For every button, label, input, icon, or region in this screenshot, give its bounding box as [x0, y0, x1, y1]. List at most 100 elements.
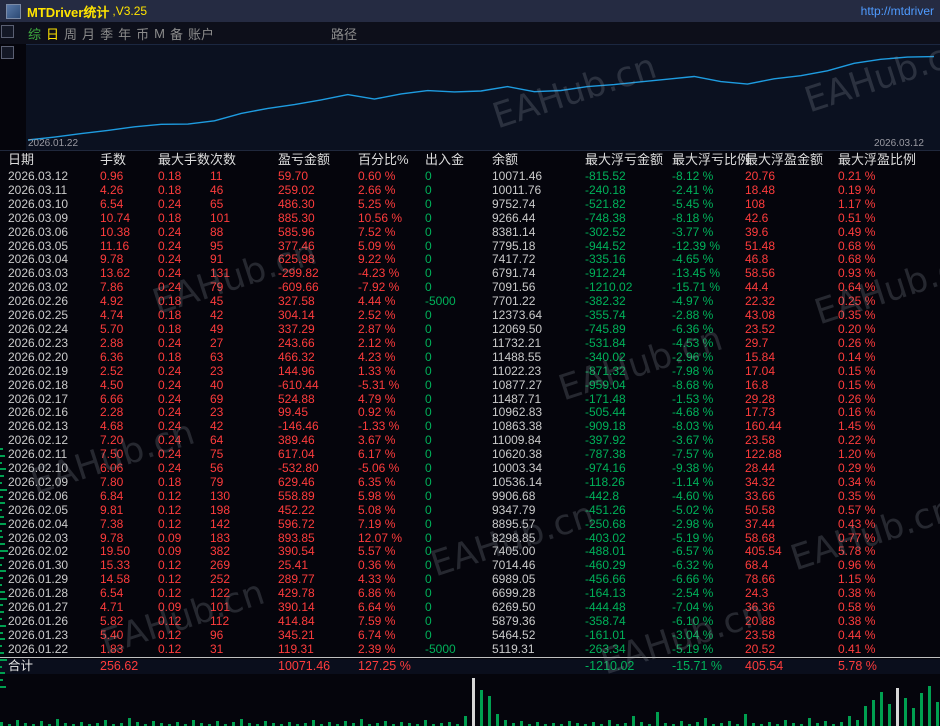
cell: 56 — [210, 461, 224, 476]
table-row[interactable]: 2026.01.26 5.82 0.12 112 414.84 7.59 % 0 5879.3… — [0, 614, 940, 629]
cell: 7.20 — [100, 433, 124, 448]
cell: 0 — [425, 210, 432, 225]
cell: 4.71 — [100, 600, 124, 615]
table-row[interactable]: 2026.02.11 7.50 0.24 75 617.04 6.17 % 0 10620.3… — [0, 447, 940, 462]
table-row[interactable]: 2026.02.12 7.20 0.24 64 389.46 3.67 % 0 11009.8… — [0, 433, 940, 448]
cell: 2026.03.11 — [8, 182, 68, 197]
cell: 625.98 — [278, 252, 315, 267]
menu-item-综[interactable]: 综 — [28, 24, 41, 43]
website-link[interactable]: http://mtdriver — [861, 4, 934, 18]
cell: -9.38 % — [672, 461, 714, 476]
cell: 5.70 — [100, 321, 124, 336]
cell: 0.77 % — [838, 530, 876, 545]
cell: 2026.03.12 — [8, 169, 69, 183]
table-row[interactable]: 2026.01.30 15.33 0.12 269 25.41 0.36 % 0 7014.4… — [0, 558, 940, 573]
cell: -397.92 — [585, 433, 626, 448]
cell: 2.12 % — [358, 335, 396, 350]
column-header: 出入金 — [425, 152, 465, 167]
table-row[interactable]: 2026.02.09 7.80 0.18 79 629.46 6.35 % 0 10536.1… — [0, 474, 940, 490]
cell: 558.89 — [278, 488, 315, 503]
chart-tool-icon[interactable] — [1, 46, 14, 59]
cell: 10536.14 — [492, 474, 543, 489]
table-row[interactable]: 2026.03.02 7.86 0.24 79 -609.66 -7.92 % 0 7091.… — [0, 280, 940, 295]
cell: 12.07 % — [358, 530, 403, 545]
table-row[interactable]: 2026.02.02 19.50 0.09 382 390.54 5.57 % 0 7405.… — [0, 545, 940, 559]
cell: -6.66 % — [672, 572, 714, 587]
cell: 0.24 — [158, 377, 182, 392]
table-row[interactable]: 2026.01.22 1.83 0.12 31 119.31 2.39 % -5000 511… — [0, 642, 940, 657]
table-row[interactable]: 2026.03.05 11.16 0.24 95 377.46 5.09 % 0 7795.1… — [0, 239, 940, 254]
total-cell: 405.54 — [745, 659, 784, 673]
menu-item-周[interactable]: 周 — [64, 24, 77, 43]
table-row[interactable]: 2026.02.10 6.06 0.24 56 -532.80 -5.06 % 0 10003… — [0, 461, 940, 476]
cell: 0.18 — [158, 169, 182, 183]
cell: 101 — [210, 600, 231, 615]
cell: -610.44 — [278, 377, 319, 392]
table-row[interactable]: 2026.03.06 10.38 0.24 88 585.96 7.52 % 0 8381.1… — [0, 224, 940, 240]
cell: 390.14 — [278, 600, 315, 615]
table-row[interactable]: 2026.02.26 4.92 0.18 45 327.58 4.44 % -5000 770… — [0, 294, 940, 309]
cell: 2026.03.10 — [8, 196, 69, 211]
table-row[interactable]: 2026.02.23 2.88 0.24 27 243.66 2.12 % 0 11732.2… — [0, 335, 940, 351]
menu-item-path[interactable]: 路径 — [331, 24, 357, 43]
table-row[interactable]: 2026.02.06 6.84 0.12 130 558.89 5.98 % 0 9906.6… — [0, 488, 940, 504]
cell: -8.18 % — [672, 210, 714, 225]
table-row[interactable]: 2026.02.25 4.74 0.18 42 304.14 2.52 % 0 12373.6… — [0, 308, 940, 323]
table-row[interactable]: 2026.02.16 2.28 0.24 23 99.45 0.92 % 0 10962.83… — [0, 405, 940, 420]
cell: -7.92 % — [358, 280, 400, 295]
total-cell: 10071.46 — [278, 659, 331, 673]
table-row[interactable]: 2026.02.18 4.50 0.24 40 -610.44 -5.31 % 0 10877… — [0, 377, 940, 393]
cell: 4.68 — [100, 419, 124, 434]
cell: 0.43 % — [838, 516, 876, 531]
table-row[interactable]: 2026.03.03 13.62 0.24 131 -299.82 -4.23 % 0 679… — [0, 266, 940, 281]
cell: 10863.38 — [492, 419, 543, 434]
cell: 0 — [425, 461, 432, 476]
table-row[interactable]: 2026.03.11 4.26 0.18 46 259.02 2.66 % 0 10011.7… — [0, 182, 940, 198]
menu-item-月[interactable]: 月 — [82, 24, 95, 43]
cell: 7701.22 — [492, 294, 536, 309]
cell: 0 — [425, 224, 432, 239]
table-row[interactable]: 2026.01.29 14.58 0.12 252 289.77 4.33 % 0 6989.… — [0, 572, 940, 587]
cell: -532.80 — [278, 461, 319, 476]
panel-toggle-icon[interactable] — [1, 25, 14, 38]
chart-start-date: 2026.01.22 — [28, 138, 79, 149]
table-row[interactable]: 2026.02.13 4.68 0.24 42 -146.46 -1.33 % 0 10863… — [0, 419, 940, 434]
cell: 9266.44 — [492, 210, 536, 225]
cell: 0.60 % — [358, 169, 396, 183]
table-row[interactable]: 2026.02.24 5.70 0.18 49 337.29 2.87 % 0 12069.5… — [0, 321, 940, 337]
menu-item-账户[interactable]: 账户 — [188, 24, 214, 43]
table-row[interactable]: 2026.01.28 6.54 0.12 122 429.78 6.86 % 0 6699.2… — [0, 586, 940, 601]
menu-item-季[interactable]: 季 — [100, 24, 113, 43]
table-row[interactable]: 2026.02.03 9.78 0.09 183 893.85 12.07 % 0 8298.… — [0, 530, 940, 546]
menu-item-年[interactable]: 年 — [118, 24, 131, 43]
cell: 6.17 % — [358, 447, 396, 462]
column-header: 百分比% — [358, 152, 409, 167]
table-row[interactable]: 2026.02.04 7.38 0.12 142 596.72 7.19 % 0 8895.5… — [0, 516, 940, 532]
table-row[interactable]: 2026.02.19 2.52 0.24 23 144.96 1.33 % 0 11022.2… — [0, 364, 940, 379]
table-row[interactable]: 2026.02.20 6.36 0.18 63 466.32 4.23 % 0 11488.5… — [0, 350, 940, 365]
cell: 629.46 — [278, 474, 315, 489]
cell: 6.86 % — [358, 586, 396, 601]
cell: -974.16 — [585, 461, 626, 476]
table-row[interactable]: 2026.03.12 0.96 0.18 11 59.70 0.60 % 0 10071.46… — [0, 169, 940, 184]
column-header: 最大浮盈金额 — [745, 152, 824, 167]
table-row[interactable]: 2026.03.09 10.74 0.18 101 885.30 10.56 % 0 9266… — [0, 210, 940, 226]
table-row[interactable]: 2026.03.10 6.54 0.24 65 486.30 5.25 % 0 9752.74… — [0, 196, 940, 212]
cell: 10877.27 — [492, 377, 543, 392]
menu-item-日[interactable]: 日 — [46, 24, 59, 43]
cell: 0 — [425, 196, 432, 211]
table-row[interactable]: 2026.02.17 6.66 0.24 69 524.88 4.79 % 0 11487.7… — [0, 392, 940, 407]
cell: 0.92 % — [358, 405, 396, 420]
cell: 0.12 — [158, 488, 182, 503]
table-row[interactable]: 2026.02.05 9.81 0.12 198 452.22 5.08 % 0 9347.7… — [0, 503, 940, 518]
table-row[interactable]: 2026.01.23 5.40 0.12 96 345.21 6.74 % 0 5464.52… — [0, 628, 940, 643]
menu-item-M[interactable]: M — [154, 26, 165, 41]
table-row[interactable]: 2026.03.04 9.78 0.24 91 625.98 9.22 % 0 7417.72… — [0, 253, 940, 267]
cell: -4.60 % — [672, 488, 714, 503]
menu-item-币[interactable]: 币 — [136, 24, 149, 43]
cell: 91 — [210, 252, 224, 267]
cell: -6.32 % — [672, 558, 714, 573]
menu-item-备[interactable]: 备 — [170, 24, 183, 43]
table-row[interactable]: 2026.01.27 4.71 0.09 101 390.14 6.64 % 0 6269.5… — [0, 600, 940, 615]
cell: 0.24 — [158, 252, 182, 267]
